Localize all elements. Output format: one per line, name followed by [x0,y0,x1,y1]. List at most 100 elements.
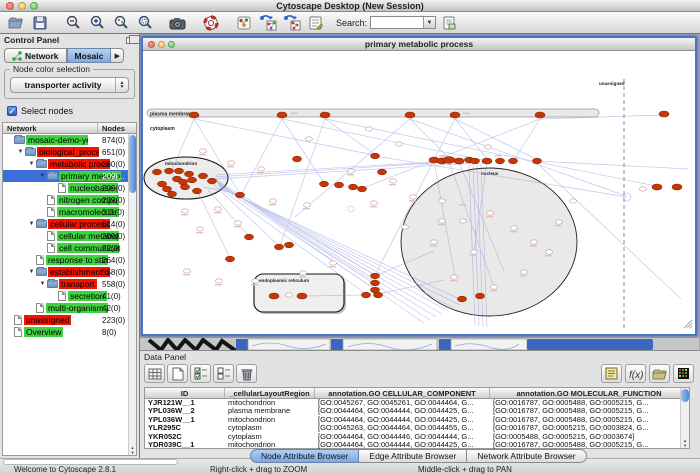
table-cell[interactable]: [GO:0005488, GO:0005215, GO:0003674] [490,433,689,441]
help-icon[interactable] [199,13,222,33]
tree-scrollbar-arrows[interactable]: ▲▼ [129,445,136,455]
tree-row[interactable]: multi-organism pro42(0) [3,302,128,314]
table-cell[interactable]: YDR039C__1 [145,441,225,449]
tree-row[interactable]: ▼cellular process614(0) [3,218,128,230]
tab-mosaic[interactable]: Mosaic [67,48,112,63]
import-annotation-icon[interactable] [437,13,460,33]
apply-layout-b-icon[interactable] [280,13,303,33]
table-cell[interactable]: [GO:0016787, GO:0005488, GO:0005215, G..… [490,399,689,407]
expand-arrow-icon[interactable]: ▼ [38,173,47,179]
table-cell[interactable]: YJR121W__1 [145,399,225,407]
expand-arrow-icon[interactable]: ▼ [38,281,47,287]
window-resize-grip[interactable] [684,320,692,328]
tree-row[interactable]: ▼biological_process651(0) [3,146,128,158]
open-file-icon[interactable] [4,13,27,33]
minimize-button[interactable] [18,2,26,10]
expand-arrow-icon[interactable]: ▼ [16,149,25,155]
table-cell[interactable]: YKR052C [145,433,225,441]
table-cell[interactable]: [GO:0045263, GO:0044464, GO:0044455, G..… [315,424,490,432]
table-cell[interactable]: [GO:0044464, GO:0044444, GO:0044425, G..… [315,416,490,424]
table-row[interactable]: YJR121W__1mitochondrion[GO:0045267, GO:0… [145,399,689,407]
expand-arrow-icon[interactable]: ▼ [27,269,36,275]
column-header-region[interactable]: _cellularLayoutRegion [225,388,315,398]
table-scrollbar[interactable]: ▲▼ [680,388,689,448]
search-input[interactable] [371,17,423,28]
table-cell[interactable]: plasma membrane [225,407,315,415]
notes-icon[interactable] [601,364,622,383]
network-canvas[interactable]: plasma membrane cytoplasm mitochondrion … [143,51,694,330]
tree-row[interactable]: response to stimulu264(0) [3,254,128,266]
zoom-selected-icon[interactable] [133,13,156,33]
table-cell[interactable]: YPL036W__1 [145,416,225,424]
table-cell[interactable]: mitochondrion [225,399,315,407]
tree-row[interactable]: nucleobase-209(0) [3,182,128,194]
tree-row[interactable]: unassigned223(0) [3,314,128,326]
network-view-window[interactable]: primary metabolic process plasma membran… [141,36,697,336]
tree-column-network[interactable]: Network [3,123,98,133]
formula-builder-icon[interactable]: f(x) [625,364,646,383]
table-cell[interactable]: [GO:0044464, GO:0044446, GO:0044444, G..… [315,433,490,441]
tree-scrollbar-thumb[interactable] [129,135,136,193]
column-header-id[interactable]: ID [145,388,225,398]
save-icon[interactable] [28,13,51,33]
tab-edge-attribute-browser[interactable]: Edge Attribute Browser [359,449,467,463]
tree-row[interactable]: cell communicat22(0) [3,242,128,254]
heatmap-icon[interactable] [673,364,694,383]
zoom-fit-icon[interactable] [109,13,132,33]
table-cell[interactable]: YPL036W__2 [145,407,225,415]
column-header-cellular-component[interactable]: annotation.GO CELLULAR_COMPONENT [315,388,490,398]
float-panel-icon[interactable] [126,37,135,44]
table-cell[interactable]: cytoplasm [225,433,315,441]
background-windows[interactable] [140,338,699,350]
tab-node-attribute-browser[interactable]: Node Attribute Browser [250,449,359,463]
table-row[interactable]: YKR052Ccytoplasm[GO:0044464, GO:0044446,… [145,433,689,441]
region-mitochondrion[interactable]: mitochondrion [144,157,228,199]
network-view-titlebar[interactable]: primary metabolic process [143,38,695,51]
edit-preferences-icon[interactable] [304,13,327,33]
delete-attribute-icon[interactable] [236,364,257,383]
table-row[interactable]: YPL036W__2plasma membrane[GO:0044464, GO… [145,407,689,415]
tree-row[interactable]: nitrogen compo209(0) [3,194,128,206]
new-attribute-icon[interactable] [167,364,188,383]
tree-row[interactable]: secretion41(0) [3,290,128,302]
apply-layout-a-icon[interactable] [256,13,279,33]
column-header-molecular-function[interactable]: annotation.GO MOLECULAR_FUNCTION [490,388,689,398]
zoom-out-icon[interactable] [61,13,84,33]
tree-row[interactable]: Overview8(0) [3,326,128,338]
node-color-dropdown[interactable]: transporter activity ▲▼ [10,77,129,93]
open-attribute-file-icon[interactable] [649,364,670,383]
tree-row[interactable]: cellular metabol209(0) [3,230,128,242]
tree-row[interactable]: ▼establishment of lo558(0) [3,266,128,278]
tree-scrollbar[interactable]: ▲▼ [128,134,136,455]
view-minimize-button[interactable] [158,41,165,48]
tree-row[interactable]: ▼primary metabo209(... [3,170,128,182]
table-cell[interactable]: [GO:0016787, GO:0005215, GO:0003824, G..… [490,424,689,432]
attribute-matrix-icon[interactable] [144,364,165,383]
zoom-in-icon[interactable] [85,13,108,33]
snapshot-icon[interactable] [166,13,189,33]
table-cell[interactable]: [GO:0045267, GO:0045261, GO:0044464, G..… [315,399,490,407]
search-dropdown-icon[interactable]: ▼ [423,17,435,28]
expand-arrow-icon[interactable]: ▼ [27,221,36,227]
table-cell[interactable]: [GO:0044464, GO:0044444, GO:0044425, G..… [315,407,490,415]
table-cell[interactable]: cytoplasm [225,424,315,432]
table-row[interactable]: YPL036W__1mitochondrion[GO:0044464, GO:0… [145,416,689,424]
more-tabs-arrow-icon[interactable]: ▶ [111,48,124,63]
tree-row[interactable]: ▼metabolic process280(0) [3,158,128,170]
table-cell[interactable]: YLR295C [145,424,225,432]
table-row[interactable]: YLR295Ccytoplasm[GO:0045263, GO:0044464,… [145,424,689,432]
select-attributes-icon[interactable] [190,364,211,383]
expand-arrow-icon[interactable]: ▼ [27,161,36,167]
table-scrollbar-arrows[interactable]: ▲▼ [681,438,689,448]
tree-row[interactable]: ▼transport558(0) [3,278,128,290]
unselect-attributes-icon[interactable] [213,364,234,383]
region-plasma-membrane[interactable]: plasma membrane [147,109,599,118]
tab-network-attribute-browser[interactable]: Network Attribute Browser [467,449,586,463]
tab-network[interactable]: Network [4,48,67,63]
table-cell[interactable]: [GO:0016787, GO:0005488, GO:0005215, G..… [490,416,689,424]
tree-column-nodes[interactable]: Nodes [98,123,136,133]
tree-row[interactable]: macromolecule311(0) [3,206,128,218]
table-cell[interactable]: [GO:0016787, GO:0005488, GO:0005215, G..… [490,407,689,415]
table-cell[interactable]: mitochondrion [225,416,315,424]
table-scrollbar-thumb[interactable] [681,389,689,402]
